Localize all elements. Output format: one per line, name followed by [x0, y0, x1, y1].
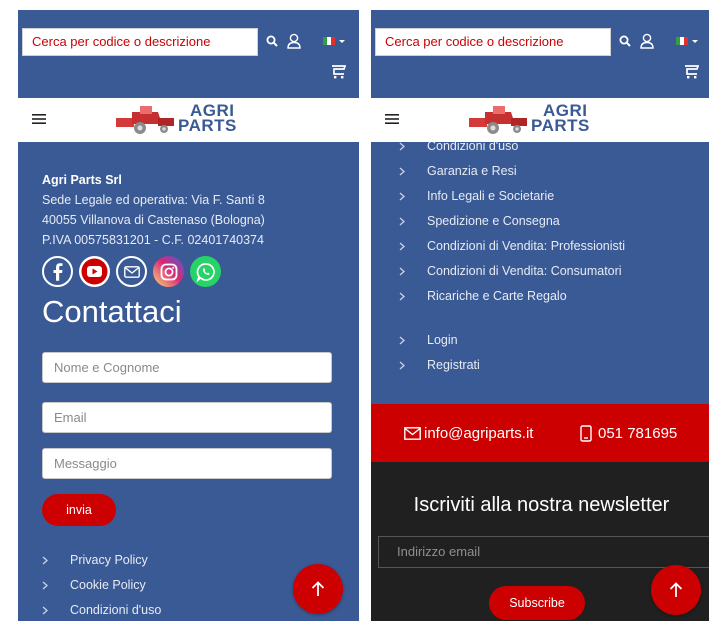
footer-link[interactable]: Spedizione e Consegna: [399, 209, 625, 234]
footer-links: Condizioni d'uso Garanzia e Resi Info Lega…: [399, 134, 625, 309]
phone-number: 051 781695: [598, 424, 678, 442]
arrow-up-icon: [311, 581, 325, 596]
combine-harvester-icon: [469, 106, 527, 134]
chevron-right-icon: [42, 598, 52, 621]
site-logo[interactable]: AGRI PARTS: [467, 102, 637, 136]
message-field[interactable]: Messaggio: [42, 448, 332, 479]
arrow-up-icon: [669, 582, 683, 597]
company-info: Agri Parts Srl Sede Legale ed operativa:…: [42, 170, 265, 250]
chevron-right-icon: [399, 353, 409, 378]
footer-link-label: Condizioni di Vendita: Professionisti: [427, 239, 626, 253]
chevron-right-icon: [399, 284, 409, 309]
menu-icon[interactable]: [32, 112, 46, 126]
footer-link-label: Ricariche e Carte Regalo: [427, 289, 567, 303]
footer-link[interactable]: Registrati: [399, 353, 480, 378]
logo-wordmark: AGRI PARTS: [178, 101, 237, 135]
whatsapp-icon[interactable]: [190, 256, 221, 287]
company-city: 40055 Villanova di Castenaso (Bologna): [42, 213, 265, 227]
company-tax-ids: P.IVA 00575831201 - C.F. 02401740374: [42, 233, 264, 247]
mobile-view-left: Cerca per codice o descrizione AGRI PART…: [18, 10, 359, 621]
footer-link[interactable]: Info Legali e Societarie: [399, 184, 625, 209]
chevron-right-icon: [42, 573, 52, 598]
combine-harvester-icon: [116, 106, 174, 134]
email-icon: [404, 426, 421, 440]
send-button[interactable]: invia: [42, 494, 116, 526]
newsletter-email-input[interactable]: Indirizzo email: [378, 536, 709, 568]
phone-icon: [580, 424, 592, 442]
footer-link-label: Privacy Policy: [70, 553, 148, 567]
footer-link-label: Condizioni d'uso: [70, 603, 162, 617]
footer-link[interactable]: Privacy Policy: [42, 548, 161, 573]
user-icon[interactable]: [286, 31, 302, 51]
email-contact[interactable]: info@agriparts.it: [404, 404, 533, 462]
search-icon[interactable]: [618, 32, 632, 50]
chevron-right-icon: [399, 184, 409, 209]
menu-icon[interactable]: [385, 112, 399, 126]
footer-link[interactable]: Condizioni di Vendita: Professionisti: [399, 234, 625, 259]
mobile-view-right: Cerca per codice o descrizione Condizion…: [371, 10, 709, 621]
account-links: Login Registrati: [399, 328, 480, 378]
facebook-icon[interactable]: [42, 256, 73, 287]
italian-flag-icon[interactable]: [323, 36, 347, 46]
scroll-top-button[interactable]: [293, 564, 343, 614]
user-icon[interactable]: [639, 31, 655, 51]
footer-link[interactable]: Ricariche e Carte Regalo: [399, 284, 625, 309]
chevron-right-icon: [399, 259, 409, 284]
youtube-icon[interactable]: [79, 256, 110, 287]
search-input[interactable]: Cerca per codice o descrizione: [375, 28, 611, 56]
email-icon[interactable]: [116, 256, 147, 287]
footer-link-label: Login: [427, 333, 458, 347]
subscribe-button[interactable]: Subscribe: [489, 586, 585, 620]
logo-wordmark: AGRI PARTS: [531, 101, 590, 135]
chevron-right-icon: [399, 234, 409, 259]
email-field[interactable]: Email: [42, 402, 332, 433]
site-header: AGRI PARTS: [371, 98, 709, 142]
chevron-right-icon: [399, 209, 409, 234]
email-address: info@agriparts.it: [424, 424, 534, 442]
footer-links: Privacy Policy Cookie Policy Condizioni d'…: [42, 548, 161, 621]
footer-link[interactable]: Garanzia e Resi: [399, 159, 625, 184]
instagram-icon[interactable]: [153, 256, 184, 287]
newsletter-title: Iscriviti alla nostra newsletter: [413, 494, 670, 516]
chevron-right-icon: [399, 159, 409, 184]
footer-link-label: Condizioni di Vendita: Consumatori: [427, 264, 622, 278]
chevron-right-icon: [399, 328, 409, 353]
site-header: AGRI PARTS: [18, 98, 359, 142]
contact-title: Contattaci: [42, 294, 182, 329]
footer-link-label: Registrati: [427, 358, 480, 372]
chevron-right-icon: [42, 548, 52, 573]
site-logo[interactable]: AGRI PARTS: [114, 102, 284, 136]
company-name: Agri Parts Srl: [42, 173, 122, 187]
footer-link-label: Spedizione e Consegna: [427, 214, 560, 228]
footer-link[interactable]: Condizioni d'uso: [42, 598, 161, 621]
contact-bar: info@agriparts.it 051 781695: [371, 404, 709, 462]
search-icon[interactable]: [265, 32, 279, 50]
top-bar: Cerca per codice o descrizione: [18, 10, 359, 98]
social-links: [42, 256, 221, 287]
scroll-top-button[interactable]: [651, 565, 701, 615]
footer-link-label: Info Legali e Societarie: [427, 189, 555, 203]
italian-flag-icon[interactable]: [676, 36, 700, 46]
footer-link[interactable]: Login: [399, 328, 480, 353]
footer-link[interactable]: Condizioni di Vendita: Consumatori: [399, 259, 625, 284]
footer-link[interactable]: Cookie Policy: [42, 573, 161, 598]
search-input[interactable]: Cerca per codice o descrizione: [22, 28, 258, 56]
cart-icon[interactable]: [330, 64, 346, 80]
footer-link-label: Cookie Policy: [70, 578, 146, 592]
footer-link-label: Garanzia e Resi: [427, 164, 517, 178]
phone-contact[interactable]: 051 781695: [580, 404, 677, 462]
name-field[interactable]: Nome e Cognome: [42, 352, 332, 383]
top-bar: Cerca per codice o descrizione: [371, 10, 709, 98]
company-address: Sede Legale ed operativa: Via F. Santi 8: [42, 193, 265, 207]
cart-icon[interactable]: [683, 64, 699, 80]
